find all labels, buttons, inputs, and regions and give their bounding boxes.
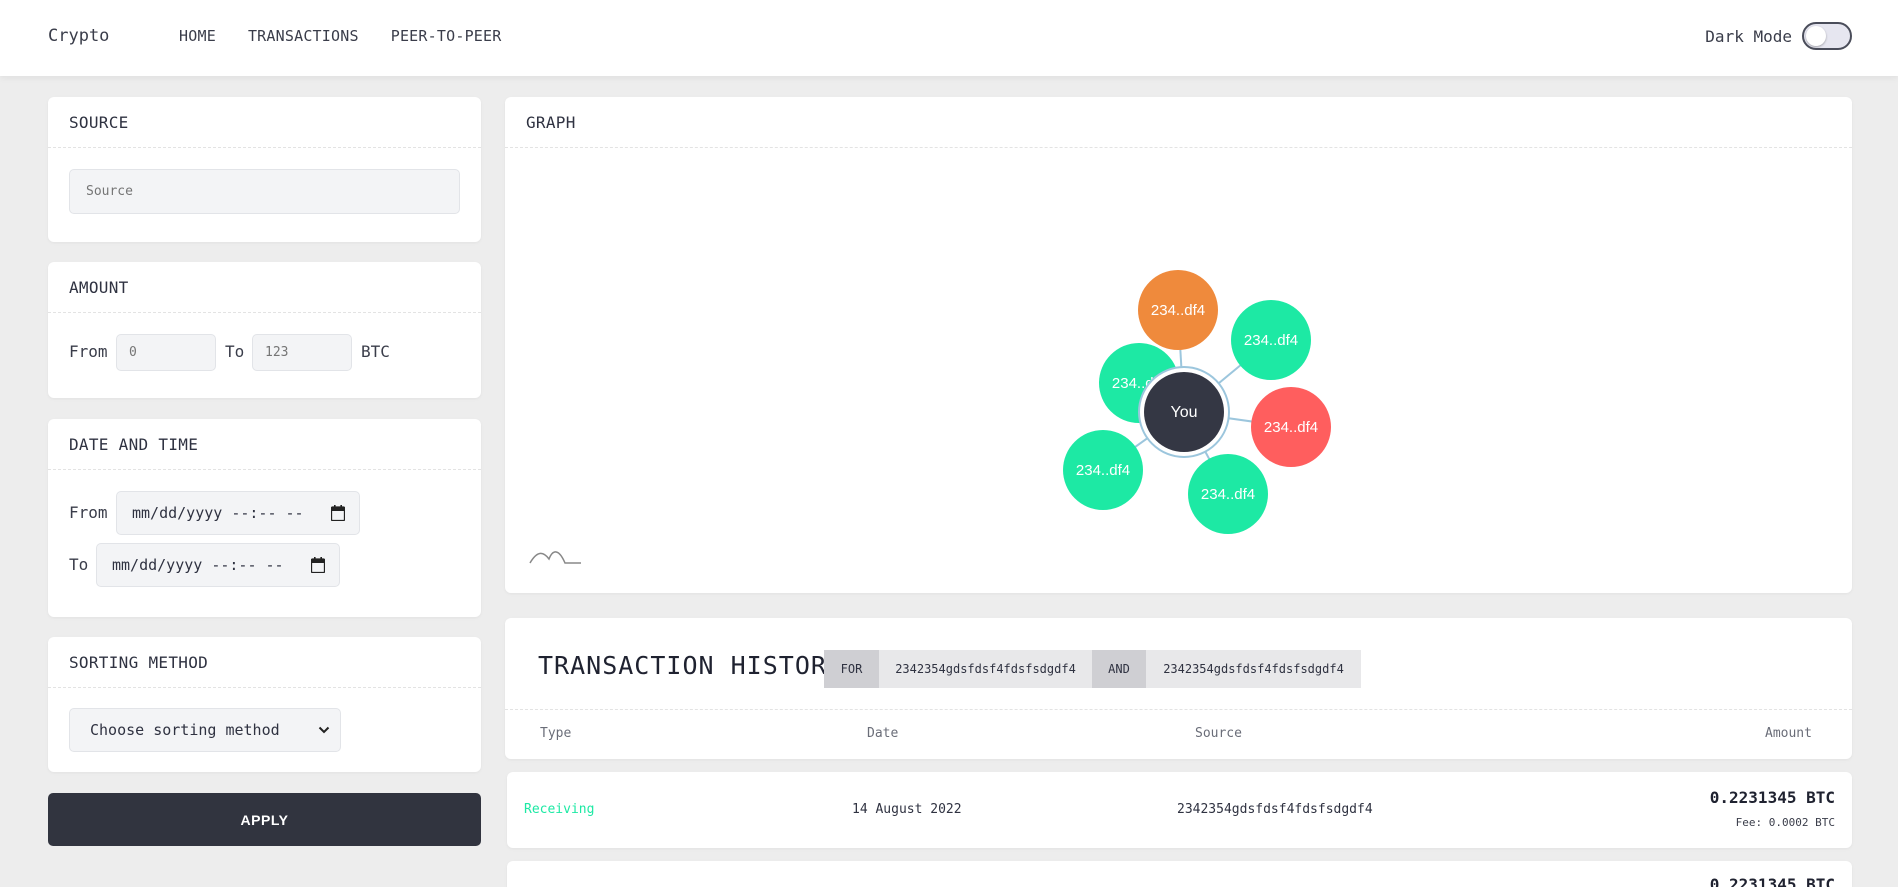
date-from-input[interactable]: mm/dd/yyyy --:-- -- (116, 491, 360, 535)
amount-unit-label: BTC (361, 342, 390, 361)
chevron-down-icon (318, 726, 330, 734)
table-row[interactable]: Receiving 14 August 2022 2342354gdsfdsf4… (507, 772, 1852, 848)
graph-node[interactable]: 234..df4 (1138, 270, 1218, 350)
calendar-icon[interactable] (311, 557, 325, 573)
sorting-card: SORTING METHOD Choose sorting method (48, 637, 481, 772)
nav-link-transactions[interactable]: TRANSACTIONS (248, 27, 359, 45)
graph-card-title: GRAPH (505, 97, 1852, 148)
table-row[interactable]: 0.2231345 BTC (507, 861, 1852, 887)
graph-node[interactable]: 234..df4 (1188, 454, 1268, 534)
graph-center-label: You (1171, 404, 1198, 421)
graph-node[interactable]: 234..df4 (1063, 430, 1143, 510)
main-nav: HOME TRANSACTIONS PEER-TO-PEER (179, 27, 502, 45)
column-header-source[interactable]: Source (1195, 726, 1242, 741)
row-amount: 0.2231345 BTC (1709, 788, 1835, 807)
and-chip: AND (1092, 650, 1146, 688)
graph-node[interactable]: 234..df4 (1251, 387, 1331, 467)
history-title: TRANSACTION HISTORY (538, 651, 843, 680)
amount-to-label: To (225, 342, 245, 361)
graph-node[interactable]: 234..df4 (1231, 300, 1311, 380)
sorting-selected-value: Choose sorting method (90, 721, 280, 739)
toggle-knob (1806, 26, 1826, 46)
date-from-placeholder: mm/dd/yyyy --:-- -- (132, 504, 304, 522)
graph-node-label: 234..df4 (1201, 486, 1255, 503)
date-to-placeholder: mm/dd/yyyy --:-- -- (112, 556, 284, 574)
graph-center-node[interactable]: You (1138, 366, 1230, 458)
graph-logo-icon (529, 551, 581, 564)
graph-node-label: 234..df4 (1244, 332, 1298, 349)
source-card: SOURCE (48, 97, 481, 242)
and-address[interactable]: 2342354gdsfdsf4fdsfsdgdf4 (1146, 650, 1361, 688)
nav-link-peer-to-peer[interactable]: PEER-TO-PEER (391, 27, 502, 45)
row-fee: Fee: 0.0002 BTC (1735, 816, 1835, 829)
dark-mode-label: Dark Mode (1705, 26, 1792, 46)
network-graph[interactable]: 234..df4 234..df4 234..df4 234..df4 234..df4… (505, 149, 1852, 593)
amount-card-title: AMOUNT (48, 262, 481, 313)
amount-card: AMOUNT From To BTC (48, 262, 481, 398)
dark-mode-toggle[interactable] (1802, 22, 1852, 50)
for-address[interactable]: 2342354gdsfdsf4fdsfsdgdf4 (879, 650, 1092, 688)
graph-nodes: 234..df4 234..df4 234..df4 234..df4 234..df4… (1063, 270, 1331, 534)
datetime-card-title: DATE AND TIME (48, 419, 481, 470)
date-to-input[interactable]: mm/dd/yyyy --:-- -- (96, 543, 340, 587)
nav-link-home[interactable]: HOME (179, 27, 216, 45)
row-type: Receiving (524, 802, 595, 817)
date-from-label: From (69, 503, 108, 522)
graph-card: GRAPH 234..df4 234..df4 234..df4 234..df4 23… (505, 97, 1852, 593)
amount-to-input[interactable] (252, 334, 352, 371)
apply-button[interactable]: APPLY (48, 793, 481, 846)
for-chip: FOR (824, 650, 879, 688)
brand-logo[interactable]: Crypto (48, 26, 109, 46)
sorting-card-title: SORTING METHOD (48, 637, 481, 688)
column-header-amount[interactable]: Amount (1765, 726, 1812, 741)
dark-mode-control: Dark Mode (1705, 22, 1852, 50)
source-card-title: SOURCE (48, 97, 481, 148)
amount-from-label: From (69, 342, 108, 361)
sorting-method-select[interactable]: Choose sorting method (69, 708, 341, 752)
history-divider (505, 709, 1852, 710)
date-to-label: To (69, 555, 89, 574)
graph-node-label: 234..df4 (1264, 419, 1318, 436)
column-header-type[interactable]: Type (540, 726, 571, 741)
graph-node-label: 234..df4 (1151, 302, 1205, 319)
datetime-card: DATE AND TIME From mm/dd/yyyy --:-- -- T… (48, 419, 481, 617)
graph-node-label: 234..df4 (1076, 462, 1130, 479)
source-input[interactable] (69, 169, 460, 214)
amount-from-input[interactable] (116, 334, 216, 371)
top-navbar: Crypto HOME TRANSACTIONS PEER-TO-PEER Da… (0, 0, 1898, 76)
calendar-icon[interactable] (331, 505, 345, 521)
row-amount: 0.2231345 BTC (1709, 875, 1835, 887)
row-date: 14 August 2022 (852, 802, 962, 817)
column-header-date[interactable]: Date (867, 726, 898, 741)
history-card (505, 618, 1852, 759)
row-source: 2342354gdsfdsf4fdsfsdgdf4 (1177, 802, 1373, 817)
